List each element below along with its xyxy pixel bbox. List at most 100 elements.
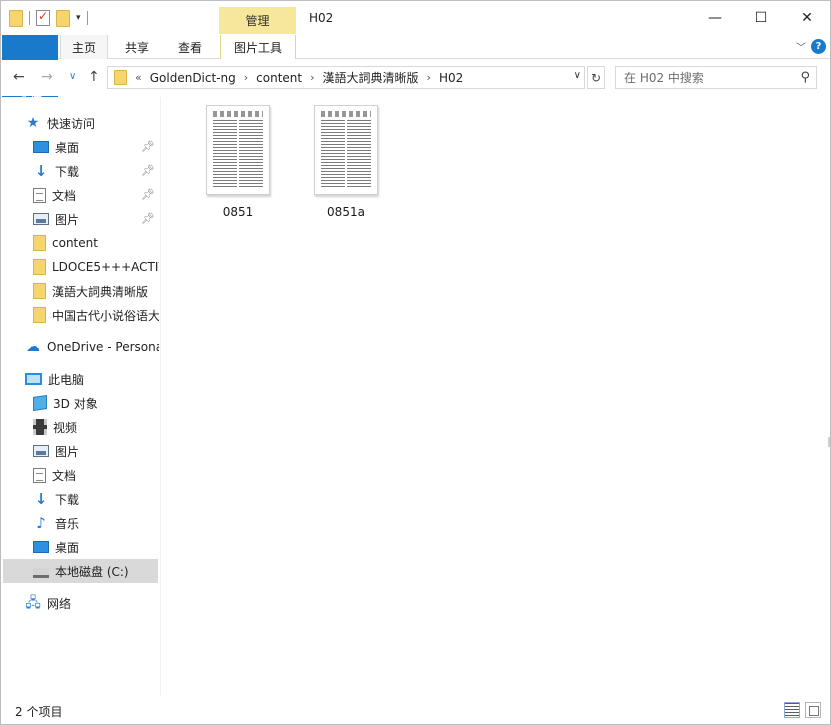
- search-box[interactable]: 在 H02 中搜索 ⚲: [615, 66, 817, 89]
- pin-icon: 📌︎: [141, 188, 155, 201]
- file-name: 0851a: [327, 205, 365, 219]
- address-overflow[interactable]: «: [135, 71, 142, 84]
- computer-icon: [25, 373, 42, 385]
- scrollbar[interactable]: [828, 437, 830, 447]
- breadcrumb-goldendict[interactable]: GoldenDict-ng: [150, 71, 236, 85]
- desktop-icon: [33, 541, 49, 553]
- forward-arrow-icon[interactable]: →: [41, 69, 53, 85]
- sidebar-item-label: 文档: [52, 468, 77, 483]
- recent-locations-chevron-icon[interactable]: ∨: [69, 71, 76, 82]
- sidebar-item-label: content: [52, 236, 98, 250]
- sidebar-item-label: 桌面: [55, 540, 80, 555]
- sidebar-item-label: 此电脑: [48, 372, 85, 387]
- title-bar: ▾ 管理 H02 — ☐ ✕: [1, 1, 830, 35]
- details-view-icon[interactable]: [784, 702, 800, 718]
- sidebar-item-hanyu[interactable]: 漢語大詞典清晰版: [33, 279, 159, 303]
- search-input[interactable]: 在 H02 中搜索: [624, 69, 704, 86]
- 3d-objects-icon: [33, 395, 47, 411]
- new-folder-icon[interactable]: [56, 9, 70, 27]
- tab-view[interactable]: 查看: [166, 35, 214, 59]
- maximize-button[interactable]: ☐: [738, 1, 784, 35]
- properties-icon[interactable]: [36, 9, 50, 26]
- sidebar-item-label: 文档: [52, 188, 77, 203]
- sidebar-item-label: 桌面: [55, 140, 80, 155]
- large-icons-view-icon[interactable]: [805, 702, 821, 718]
- pin-icon: 📌︎: [141, 212, 155, 225]
- address-bar[interactable]: « GoldenDict-ng › content › 漢語大詞典清晰版 › H…: [107, 66, 585, 89]
- sidebar-item-label: 漢語大詞典清晰版: [52, 284, 149, 299]
- document-icon: [33, 467, 46, 483]
- folder-icon: [114, 70, 127, 85]
- folder-icon: [33, 235, 46, 251]
- sidebar-item-3d-objects[interactable]: 3D 对象: [33, 391, 159, 415]
- sidebar-item-pc-documents[interactable]: 文档: [33, 463, 159, 487]
- sidebar-item-label: 下载: [55, 164, 80, 179]
- sidebar-item-xiaoshuo[interactable]: 中国古代小说俗语大: [33, 303, 159, 327]
- folder-icon: [33, 307, 46, 323]
- sidebar-item-label: 视频: [53, 420, 78, 435]
- sidebar-item-label: 下载: [55, 492, 80, 507]
- file-item-0851[interactable]: 0851: [193, 105, 283, 225]
- quick-access-toolbar: ▾: [9, 7, 88, 29]
- tab-share[interactable]: 共享: [113, 35, 161, 59]
- network-icon: 🖧︎: [25, 595, 41, 611]
- sidebar-item-ldoce5[interactable]: LDOCE5+++ACTIV: [33, 255, 159, 279]
- image-thumbnail: [206, 105, 270, 195]
- breadcrumb-hanyu[interactable]: 漢語大詞典清晰版: [323, 69, 419, 86]
- ribbon-tabs: 文件 主页 共享 查看 图片工具 ﹀ ?: [1, 35, 830, 155]
- file-list-pane[interactable]: 0851 0851a: [162, 97, 830, 697]
- sidebar-item-documents[interactable]: 文档 📌︎: [33, 183, 159, 207]
- breadcrumb-separator[interactable]: ›: [427, 71, 431, 84]
- sidebar-item-onedrive[interactable]: ☁ OneDrive - Persona: [25, 335, 159, 359]
- refresh-icon[interactable]: ↻: [587, 66, 605, 89]
- sidebar-item-label: OneDrive - Persona: [47, 340, 159, 354]
- item-count: 2 个项目: [15, 705, 63, 719]
- close-button[interactable]: ✕: [784, 1, 830, 35]
- window-title: H02: [309, 11, 334, 25]
- file-item-0851a[interactable]: 0851a: [301, 105, 391, 225]
- desktop-icon: [33, 141, 49, 153]
- tab-picture-tools[interactable]: 图片工具: [220, 35, 296, 59]
- search-icon[interactable]: ⚲: [800, 70, 810, 85]
- breadcrumb-h02[interactable]: H02: [439, 71, 463, 85]
- expand-ribbon-chevron-icon[interactable]: ﹀: [796, 39, 806, 54]
- help-icon[interactable]: ?: [811, 39, 826, 54]
- sidebar-item-quick-access[interactable]: ★ 快速访问: [25, 111, 183, 135]
- sidebar-item-network[interactable]: 🖧︎ 网络: [25, 591, 159, 615]
- sidebar-item-this-pc[interactable]: 此电脑: [25, 367, 159, 391]
- sidebar-item-downloads[interactable]: ↓ 下载 📌︎: [33, 159, 159, 183]
- sidebar-item-desktop[interactable]: 桌面 📌︎: [33, 135, 159, 159]
- sidebar-item-videos[interactable]: 视频: [33, 415, 159, 439]
- navigation-bar: ← → ∨ ↑ « GoldenDict-ng › content › 漢語大詞…: [1, 60, 830, 96]
- document-icon: [33, 187, 46, 203]
- image-thumbnail: [314, 105, 378, 195]
- sidebar-item-pictures[interactable]: 图片 📌︎: [33, 207, 159, 231]
- folder-icon: [33, 283, 46, 299]
- breadcrumb-content[interactable]: content: [256, 71, 302, 85]
- customize-toolbar-dropdown-icon[interactable]: ▾: [76, 13, 81, 23]
- explorer-window: ▾ 管理 H02 — ☐ ✕ 文件 主页 共享 查看 图片工具 ﹀ ? ← → …: [0, 0, 831, 725]
- back-arrow-icon[interactable]: ←: [13, 69, 25, 85]
- download-icon: ↓: [34, 490, 48, 508]
- sidebar-item-local-disk-c[interactable]: 本地磁盘 (C:): [3, 559, 158, 583]
- sidebar-item-music[interactable]: ♪ 音乐: [33, 511, 159, 535]
- minimize-button[interactable]: —: [692, 1, 738, 35]
- tab-home[interactable]: 主页: [60, 35, 108, 59]
- sidebar-item-content[interactable]: content: [33, 231, 159, 255]
- folder-icon: [33, 259, 46, 275]
- breadcrumb-separator[interactable]: ›: [310, 71, 314, 84]
- music-icon: ♪: [36, 514, 46, 532]
- star-icon: ★: [26, 115, 40, 131]
- sidebar-item-pc-desktop[interactable]: 桌面: [33, 535, 159, 559]
- up-arrow-icon[interactable]: ↑: [88, 69, 100, 85]
- toolbar-separator: [29, 11, 30, 25]
- pin-icon: 📌︎: [141, 140, 155, 153]
- sidebar-item-pc-downloads[interactable]: ↓ 下载: [33, 487, 159, 511]
- status-bar: 2 个项目: [1, 698, 830, 724]
- folder-icon[interactable]: [9, 9, 23, 27]
- manage-tab[interactable]: 管理: [219, 7, 296, 34]
- address-dropdown-icon[interactable]: ∨: [574, 70, 581, 81]
- sidebar-item-pc-pictures[interactable]: 图片: [33, 439, 159, 463]
- sidebar-item-label: 音乐: [55, 516, 80, 531]
- breadcrumb-separator[interactable]: ›: [244, 71, 248, 84]
